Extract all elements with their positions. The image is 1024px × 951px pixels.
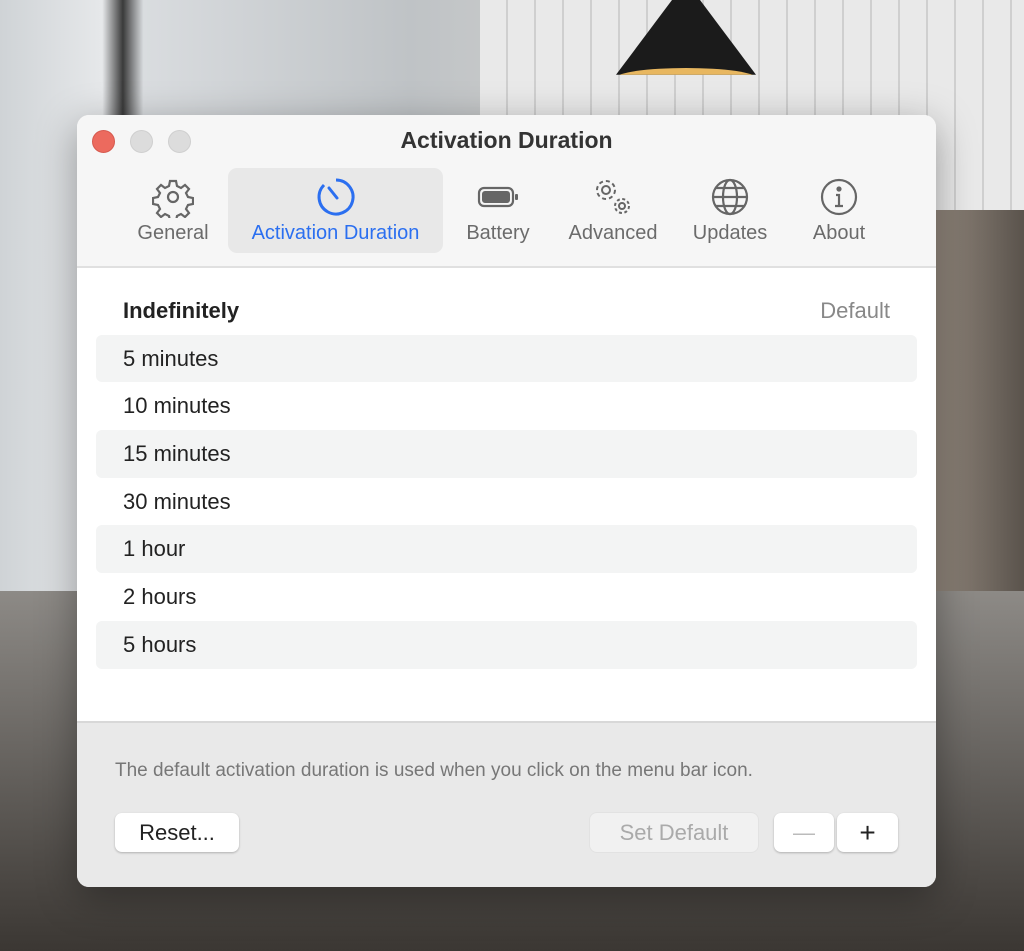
info-icon xyxy=(820,178,858,216)
gear-icon xyxy=(152,179,194,218)
list-item-default[interactable]: Indefinitely Default xyxy=(96,287,917,335)
window-title: Activation Duration xyxy=(400,127,613,153)
list-item[interactable]: 30 minutes xyxy=(96,478,917,526)
tab-general[interactable]: General xyxy=(132,168,214,253)
tab-updates[interactable]: Updates xyxy=(683,168,777,253)
preferences-window: Activation Duration General Activation D… xyxy=(77,115,936,887)
battery-icon xyxy=(477,186,518,208)
reset-button[interactable]: Reset... xyxy=(115,813,239,852)
hint-text: The default activation duration is used … xyxy=(115,760,753,781)
list-item[interactable]: 1 hour xyxy=(96,525,917,574)
gears-icon xyxy=(596,180,630,214)
footer: The default activation duration is used … xyxy=(77,721,936,887)
list-item[interactable]: 10 minutes xyxy=(96,382,917,430)
list-item[interactable]: 15 minutes xyxy=(96,430,917,478)
list-item[interactable]: 2 hours xyxy=(96,573,917,621)
tab-about[interactable]: About xyxy=(799,168,879,253)
tab-advanced[interactable]: Advanced xyxy=(561,168,665,253)
remove-button[interactable]: — xyxy=(774,813,834,852)
toolbar: Activation Duration General Activation D… xyxy=(77,115,936,268)
timer-icon xyxy=(317,178,355,216)
add-button[interactable]: + xyxy=(837,813,898,852)
default-badge: Default xyxy=(820,297,890,323)
globe-icon xyxy=(711,178,749,216)
list-item[interactable]: 5 hours xyxy=(96,620,917,669)
set-default-button[interactable]: Set Default xyxy=(590,813,758,852)
duration-list[interactable]: Indefinitely Default 5 minutes 10 minutes… xyxy=(96,287,917,669)
tab-activation-duration[interactable]: Activation Duration xyxy=(228,168,443,253)
list-item[interactable]: 5 minutes xyxy=(96,334,917,383)
tab-battery[interactable]: Battery xyxy=(457,168,539,253)
